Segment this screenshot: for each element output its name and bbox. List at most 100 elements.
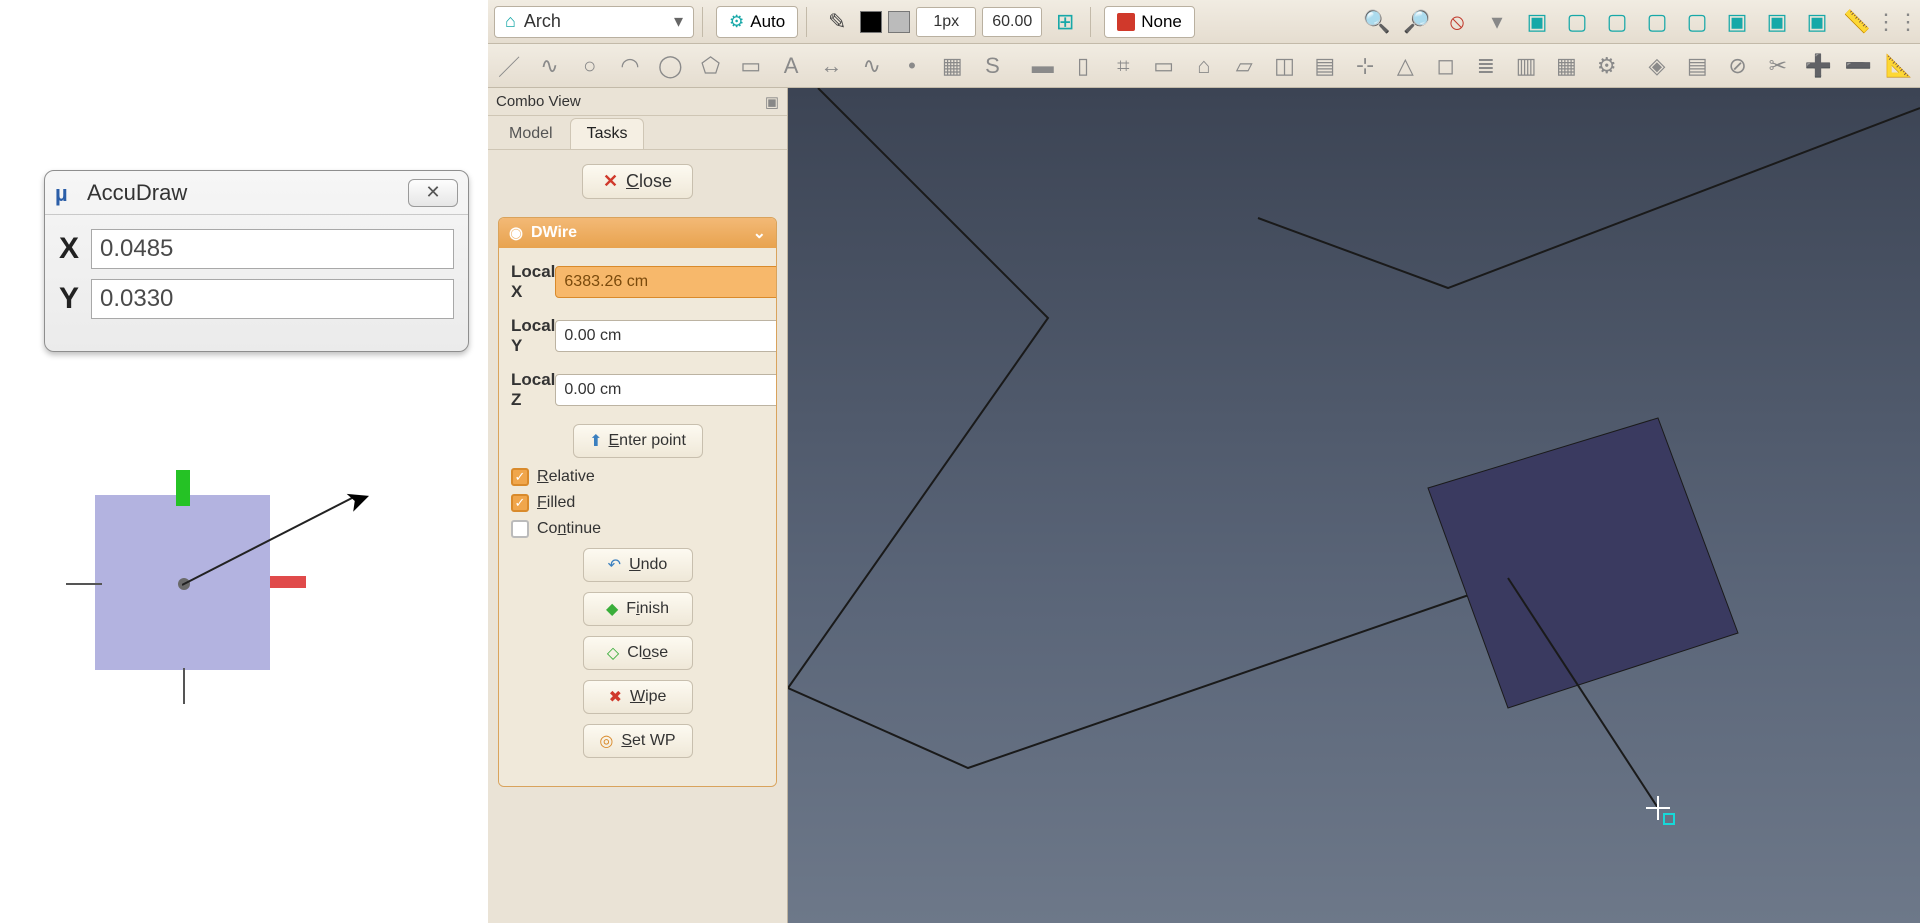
local-z-label: Local Z [511,370,555,410]
dwire-close-button[interactable]: ◇ Close [583,636,693,670]
line-width-input[interactable] [916,7,976,37]
view-left-button[interactable]: ▣ [1760,5,1794,39]
accudraw-panel: µ AccuDraw ✕ X Y ➤ [0,0,488,923]
collapse-icon[interactable]: ⌄ [753,223,766,243]
remove-tool-button[interactable]: ➖ [1843,49,1873,83]
zoom-cancel-button[interactable]: ⦸ [1440,5,1474,39]
point-tool-button[interactable]: • [897,49,927,83]
grid-toggle-button[interactable]: ⊞ [1048,5,1082,39]
accudraw-x-input[interactable] [91,229,454,269]
arc-tool-button[interactable]: ◠ [615,49,645,83]
schedule-tool-button[interactable]: ▤ [1682,49,1712,83]
view-axo-button[interactable]: ▣ [1800,5,1834,39]
panel-tool-button[interactable]: ▥ [1511,49,1541,83]
pipe-tool-button[interactable]: ⊘ [1722,49,1752,83]
polygon-tool-button[interactable]: ⬠ [695,49,725,83]
bspline-tool-button[interactable]: ∿ [857,49,887,83]
local-y-input[interactable] [555,320,777,352]
angle-input[interactable] [982,7,1042,37]
wire-tool-button[interactable]: ∿ [534,49,564,83]
local-y-label: Local Y [511,316,555,356]
set-wp-button[interactable]: ◎ Set WP [583,724,693,758]
local-z-input[interactable] [555,374,777,406]
task-close-label: Close [626,171,672,192]
ellipse-tool-button[interactable]: ◯ [655,49,685,83]
dock-icon[interactable]: ▣ [765,93,779,111]
local-x-row: Local X ✓ [511,262,764,302]
relative-label: Relative [537,468,595,486]
wipe-icon: ✖ [609,687,622,707]
filled-label: Filled [537,494,575,512]
survey-tool-button[interactable]: 📐 [1884,49,1914,83]
accudraw-y-input[interactable] [91,279,454,319]
zoom-dropdown-button[interactable]: ▾ [1480,5,1514,39]
view-bottom-button[interactable]: ▣ [1720,5,1754,39]
combo-tabs: Model Tasks [488,116,787,150]
zoom-out-button[interactable]: 🔎 [1400,5,1434,39]
circle-tool-button[interactable]: ○ [575,49,605,83]
measure-button[interactable]: 📏 [1840,5,1874,39]
window-tool-button[interactable]: ◫ [1269,49,1299,83]
cut-tool-button[interactable]: ✂ [1763,49,1793,83]
add-tool-button[interactable]: ➕ [1803,49,1833,83]
site-tool-button[interactable]: ▱ [1229,49,1259,83]
accudraw-titlebar[interactable]: µ AccuDraw ✕ [45,171,468,215]
dwire-task-header[interactable]: ◉ DWire ⌄ [499,218,776,248]
space-tool-button[interactable]: ◻ [1430,49,1460,83]
undo-button[interactable]: ↶ Undo [583,548,693,582]
accudraw-close-button[interactable]: ✕ [408,179,458,207]
enter-point-button[interactable]: ⬆ Enter point [573,424,703,458]
view-iso-button[interactable]: ▣ [1520,5,1554,39]
dimension-tool-button[interactable]: ↔ [816,49,846,83]
rectangle-tool-button[interactable]: ▭ [736,49,766,83]
zoom-in-button[interactable]: 🔍 [1360,5,1394,39]
finish-button[interactable]: ◆ Finish [583,592,693,626]
local-x-input[interactable] [555,266,777,298]
accudraw-title: AccuDraw [87,180,187,206]
view-front-button[interactable]: ▢ [1560,5,1594,39]
facebinder-tool-button[interactable]: ▦ [937,49,967,83]
frame-tool-button[interactable]: ▦ [1551,49,1581,83]
wall-tool-button[interactable]: ▬ [1028,49,1058,83]
local-x-label: Local X [511,262,555,302]
finish-icon: ◆ [606,599,618,619]
section-tool-button[interactable]: ▤ [1310,49,1340,83]
accudraw-x-row: X [59,229,454,269]
wipe-button[interactable]: ✖ Wipe [583,680,693,714]
axis-tool-button[interactable]: ⊹ [1350,49,1380,83]
view-top-button[interactable]: ▢ [1600,5,1634,39]
auto-group-button[interactable]: ⚙ Auto [716,6,798,38]
construction-mode-button[interactable]: ✎ [820,5,854,39]
text-tool-button[interactable]: A [776,49,806,83]
shapestring-tool-button[interactable]: S [977,49,1007,83]
current-layer-button[interactable]: None [1104,6,1195,38]
continue-checkbox-row[interactable]: Continue [511,520,764,538]
line-color-swatch[interactable] [860,11,882,33]
workbench-selector[interactable]: ⌂ Arch ▾ [494,6,694,38]
close-icon: ✕ [425,182,440,203]
stairs-tool-button[interactable]: ≣ [1471,49,1501,83]
building-tool-button[interactable]: ⌂ [1189,49,1219,83]
tab-model[interactable]: Model [492,118,570,149]
view-right-button[interactable]: ▢ [1640,5,1674,39]
dwire-task-group: ◉ DWire ⌄ Local X ✓ Local Y ✓ [498,217,777,787]
view-rear-button[interactable]: ▢ [1680,5,1714,39]
face-color-swatch[interactable] [888,11,910,33]
filled-checkbox-row[interactable]: ✓ Filled [511,494,764,512]
rebar-tool-button[interactable]: ⌗ [1108,49,1138,83]
relative-checkbox-row[interactable]: ✓ Relative [511,468,764,486]
structure-tool-button[interactable]: ▯ [1068,49,1098,83]
floor-tool-button[interactable]: ▭ [1149,49,1179,83]
toggle-grid-button[interactable]: ⋮⋮ [1880,5,1914,39]
material-tool-button[interactable]: ◈ [1642,49,1672,83]
tab-tasks[interactable]: Tasks [570,118,645,149]
auto-label: Auto [750,12,785,32]
viewport-3d[interactable] [788,88,1920,923]
line-tool-button[interactable]: ／ [494,49,524,83]
roof-tool-button[interactable]: △ [1390,49,1420,83]
finish-label: Finish [626,600,669,618]
undo-icon: ↶ [608,555,621,575]
wipe-label: Wipe [630,688,666,706]
equipment-tool-button[interactable]: ⚙ [1592,49,1622,83]
task-close-button[interactable]: ✕ Close [582,164,693,199]
